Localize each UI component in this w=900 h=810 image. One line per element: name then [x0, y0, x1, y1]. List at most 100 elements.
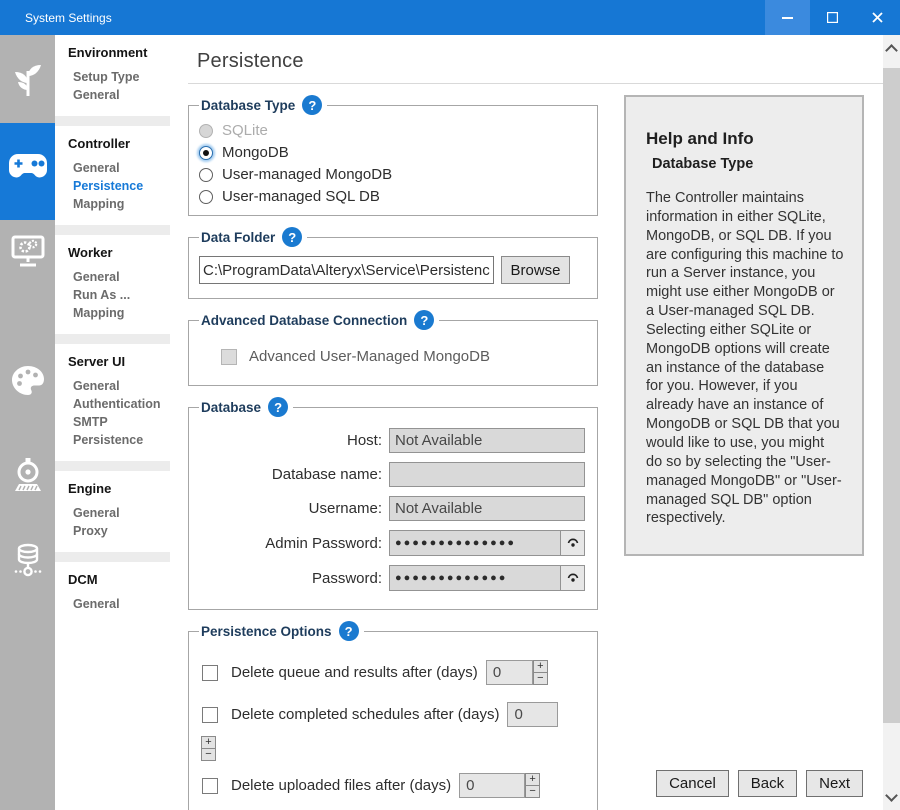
- password-reveal-button[interactable]: [560, 566, 584, 590]
- nav-title-engine[interactable]: Engine: [68, 481, 170, 496]
- close-button[interactable]: [855, 0, 900, 35]
- nav-item-server-ui-smtp[interactable]: SMTP: [68, 413, 170, 431]
- controller-icon[interactable]: [0, 153, 55, 180]
- delete-uploaded-checkbox[interactable]: [202, 778, 218, 794]
- delete-schedules-row: Delete completed schedules after (days) …: [202, 702, 589, 727]
- admin-password-field[interactable]: ●●●●●●●●●●●●●●: [389, 530, 585, 556]
- nav-item-worker-general[interactable]: General: [68, 268, 170, 286]
- nav-title-server-ui[interactable]: Server UI: [68, 354, 170, 369]
- sqlite-radio: [199, 124, 213, 138]
- next-button[interactable]: Next: [806, 770, 863, 797]
- data-folder-fieldset: Data Folder ? Browse: [188, 227, 598, 299]
- database-type-help-icon[interactable]: ?: [302, 95, 322, 115]
- nav-item-environment-setup-type[interactable]: Setup Type: [68, 68, 170, 86]
- password-field[interactable]: ●●●●●●●●●●●●●: [389, 565, 585, 591]
- delete-queue-spinner: + −: [533, 660, 548, 685]
- spinner-down-button[interactable]: −: [533, 672, 548, 685]
- nav-title-worker[interactable]: Worker: [68, 245, 170, 260]
- admin-password-value[interactable]: ●●●●●●●●●●●●●●: [390, 531, 560, 555]
- nav-item-dcm-general[interactable]: General: [68, 595, 170, 613]
- advanced-database-connection-fieldset: Advanced Database Connection ? Advanced …: [188, 310, 598, 386]
- worker-icon[interactable]: [0, 235, 55, 268]
- spinner-down-button[interactable]: −: [525, 785, 540, 798]
- nav-separator: [55, 461, 170, 471]
- password-row: Password: ●●●●●●●●●●●●●: [197, 565, 589, 591]
- delete-uploaded-row: Delete uploaded files after (days) 0 + −: [202, 773, 589, 798]
- nav-item-controller-persistence[interactable]: Persistence: [68, 177, 170, 195]
- radio-row-sqlite: SQLite: [199, 122, 589, 139]
- scrollbar-thumb[interactable]: [883, 68, 900, 723]
- data-folder-legend: Data Folder: [201, 230, 275, 245]
- user-managed-sql-db-radio[interactable]: [199, 190, 213, 204]
- minimize-button[interactable]: [765, 0, 810, 35]
- nav-item-controller-general[interactable]: General: [68, 159, 170, 177]
- password-label: Password:: [197, 570, 389, 587]
- username-label: Username:: [197, 500, 389, 517]
- nav-item-server-ui-authentication[interactable]: Authentication: [68, 395, 170, 413]
- delete-uploaded-days-input: 0: [459, 773, 525, 798]
- nav-item-worker-mapping[interactable]: Mapping: [68, 304, 170, 322]
- delete-uploaded-spinner: + −: [525, 773, 540, 798]
- admin-password-reveal-button[interactable]: [560, 531, 584, 555]
- scroll-down-button[interactable]: [886, 791, 896, 801]
- delete-queue-checkbox[interactable]: [202, 665, 218, 681]
- delete-uploaded-label: Delete uploaded files after (days): [231, 777, 451, 794]
- system-settings-window: System Settings: [0, 0, 900, 810]
- host-field: Not Available: [389, 428, 585, 453]
- persistence-options-help-icon[interactable]: ?: [339, 621, 359, 641]
- advanced-mongodb-checkbox: [221, 349, 237, 365]
- back-button[interactable]: Back: [738, 770, 797, 797]
- nav-title-dcm[interactable]: DCM: [68, 572, 170, 587]
- mongodb-radio[interactable]: [199, 146, 213, 160]
- nav-item-environment-general[interactable]: General: [68, 86, 170, 104]
- data-folder-input[interactable]: [199, 256, 494, 284]
- username-field: Not Available: [389, 496, 585, 521]
- page-title: Persistence: [197, 50, 883, 73]
- password-reveal-icon: [566, 537, 580, 549]
- advanced-database-connection-help-icon[interactable]: ?: [414, 310, 434, 330]
- vertical-scrollbar[interactable]: [883, 35, 900, 810]
- environment-icon[interactable]: [0, 61, 55, 99]
- nav-item-engine-proxy[interactable]: Proxy: [68, 522, 170, 540]
- cancel-button[interactable]: Cancel: [656, 770, 729, 797]
- delete-schedules-checkbox[interactable]: [202, 707, 218, 723]
- host-row: Host: Not Available: [197, 428, 589, 453]
- nav-section-controller: Controller General Persistence Mapping: [55, 126, 170, 225]
- dcm-icon[interactable]: [0, 543, 55, 580]
- nav-separator: [55, 225, 170, 235]
- password-reveal-icon: [566, 572, 580, 584]
- server-ui-icon[interactable]: [0, 365, 55, 396]
- delete-queue-row: Delete queue and results after (days) 0 …: [202, 660, 589, 685]
- maximize-button[interactable]: [810, 0, 855, 35]
- delete-queue-days-input: 0: [486, 660, 533, 685]
- engine-icon[interactable]: [0, 457, 55, 493]
- nav-title-controller[interactable]: Controller: [68, 136, 170, 151]
- scroll-up-button[interactable]: [886, 44, 896, 54]
- spinner-down-button[interactable]: −: [201, 748, 216, 761]
- advanced-mongodb-row: Advanced User-Managed MongoDB: [221, 348, 589, 365]
- nav-separator: [55, 552, 170, 562]
- advanced-database-connection-legend: Advanced Database Connection: [201, 313, 407, 328]
- nav-item-worker-run-as[interactable]: Run As ...: [68, 286, 170, 304]
- browse-button[interactable]: Browse: [501, 256, 570, 284]
- sidebar-icon-strip: [0, 35, 55, 810]
- nav-item-controller-mapping[interactable]: Mapping: [68, 195, 170, 213]
- nav-item-server-ui-general[interactable]: General: [68, 377, 170, 395]
- data-folder-help-icon[interactable]: ?: [282, 227, 302, 247]
- minimize-icon: [782, 12, 793, 23]
- database-help-icon[interactable]: ?: [268, 397, 288, 417]
- settings-nav: Environment Setup Type General Controlle…: [55, 35, 170, 810]
- advanced-mongodb-checkbox-label: Advanced User-Managed MongoDB: [249, 348, 490, 365]
- nav-item-engine-general[interactable]: General: [68, 504, 170, 522]
- user-managed-sql-db-radio-label: User-managed SQL DB: [222, 188, 380, 205]
- nav-separator: [55, 334, 170, 344]
- nav-section-engine: Engine General Proxy: [55, 471, 170, 552]
- nav-item-server-ui-persistence[interactable]: Persistence: [68, 431, 170, 449]
- user-managed-mongodb-radio[interactable]: [199, 168, 213, 182]
- nav-title-environment[interactable]: Environment: [68, 45, 170, 60]
- database-type-legend: Database Type: [201, 98, 295, 113]
- password-value[interactable]: ●●●●●●●●●●●●●: [390, 566, 560, 590]
- nav-section-server-ui: Server UI General Authentication SMTP Pe…: [55, 344, 170, 461]
- delete-schedules-days-input: 0: [507, 702, 558, 727]
- help-panel-subtitle: Database Type: [652, 156, 844, 172]
